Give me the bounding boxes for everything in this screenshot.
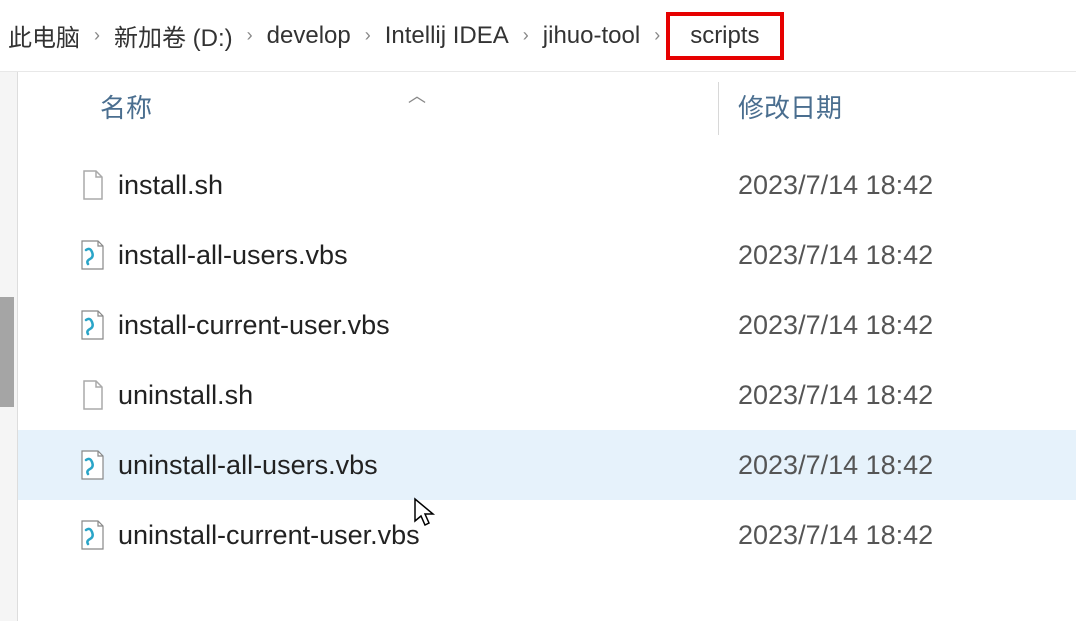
breadcrumb: 此电脑 › 新加卷 (D:) › develop › Intellij IDEA… (0, 0, 1076, 72)
file-name: uninstall-all-users.vbs (118, 450, 718, 481)
sort-ascending-icon: ︿ (408, 82, 426, 108)
file-name: install.sh (118, 170, 718, 201)
vbs-file-icon (78, 449, 106, 481)
breadcrumb-item-develop[interactable]: develop (259, 20, 359, 52)
file-date: 2023/7/14 18:42 (718, 380, 933, 411)
file-date: 2023/7/14 18:42 (718, 170, 933, 201)
file-row[interactable]: install-all-users.vbs 2023/7/14 18:42 (18, 220, 1076, 290)
column-header-date[interactable]: 修改日期 (718, 88, 842, 125)
chevron-right-icon: › (88, 25, 106, 46)
breadcrumb-item-pc[interactable]: 此电脑 (0, 16, 88, 55)
file-list: install.sh 2023/7/14 18:42 install-all-u… (18, 142, 1076, 570)
column-divider[interactable] (718, 82, 719, 135)
vbs-file-icon (78, 309, 106, 341)
column-header-name[interactable]: 名称 (18, 88, 718, 125)
file-date: 2023/7/14 18:42 (718, 450, 933, 481)
chevron-right-icon: › (359, 25, 377, 46)
breadcrumb-item-scripts[interactable]: scripts (666, 12, 783, 60)
file-row[interactable]: uninstall.sh 2023/7/14 18:42 (18, 360, 1076, 430)
file-row[interactable]: install.sh 2023/7/14 18:42 (18, 150, 1076, 220)
file-row[interactable]: uninstall-current-user.vbs 2023/7/14 18:… (18, 500, 1076, 570)
sidebar-scroll-indicator (0, 297, 14, 407)
file-date: 2023/7/14 18:42 (718, 310, 933, 341)
file-list-area: 名称 ︿ 修改日期 install.sh 2023/7/14 18:42 (18, 72, 1076, 621)
breadcrumb-item-drive[interactable]: 新加卷 (D:) (106, 16, 241, 55)
chevron-right-icon: › (241, 25, 259, 46)
column-headers: 名称 ︿ 修改日期 (18, 72, 1076, 142)
chevron-right-icon: › (648, 25, 666, 46)
file-date: 2023/7/14 18:42 (718, 240, 933, 271)
file-name: uninstall.sh (118, 380, 718, 411)
file-icon (78, 379, 106, 411)
file-icon (78, 169, 106, 201)
vbs-file-icon (78, 239, 106, 271)
file-date: 2023/7/14 18:42 (718, 520, 933, 551)
file-row[interactable]: install-current-user.vbs 2023/7/14 18:42 (18, 290, 1076, 360)
file-name: uninstall-current-user.vbs (118, 520, 718, 551)
breadcrumb-item-intellij[interactable]: Intellij IDEA (377, 20, 517, 52)
vbs-file-icon (78, 519, 106, 551)
file-name: install-current-user.vbs (118, 310, 718, 341)
file-row[interactable]: uninstall-all-users.vbs 2023/7/14 18:42 (18, 430, 1076, 500)
file-name: install-all-users.vbs (118, 240, 718, 271)
breadcrumb-item-jihuo[interactable]: jihuo-tool (535, 20, 648, 52)
chevron-right-icon: › (517, 25, 535, 46)
